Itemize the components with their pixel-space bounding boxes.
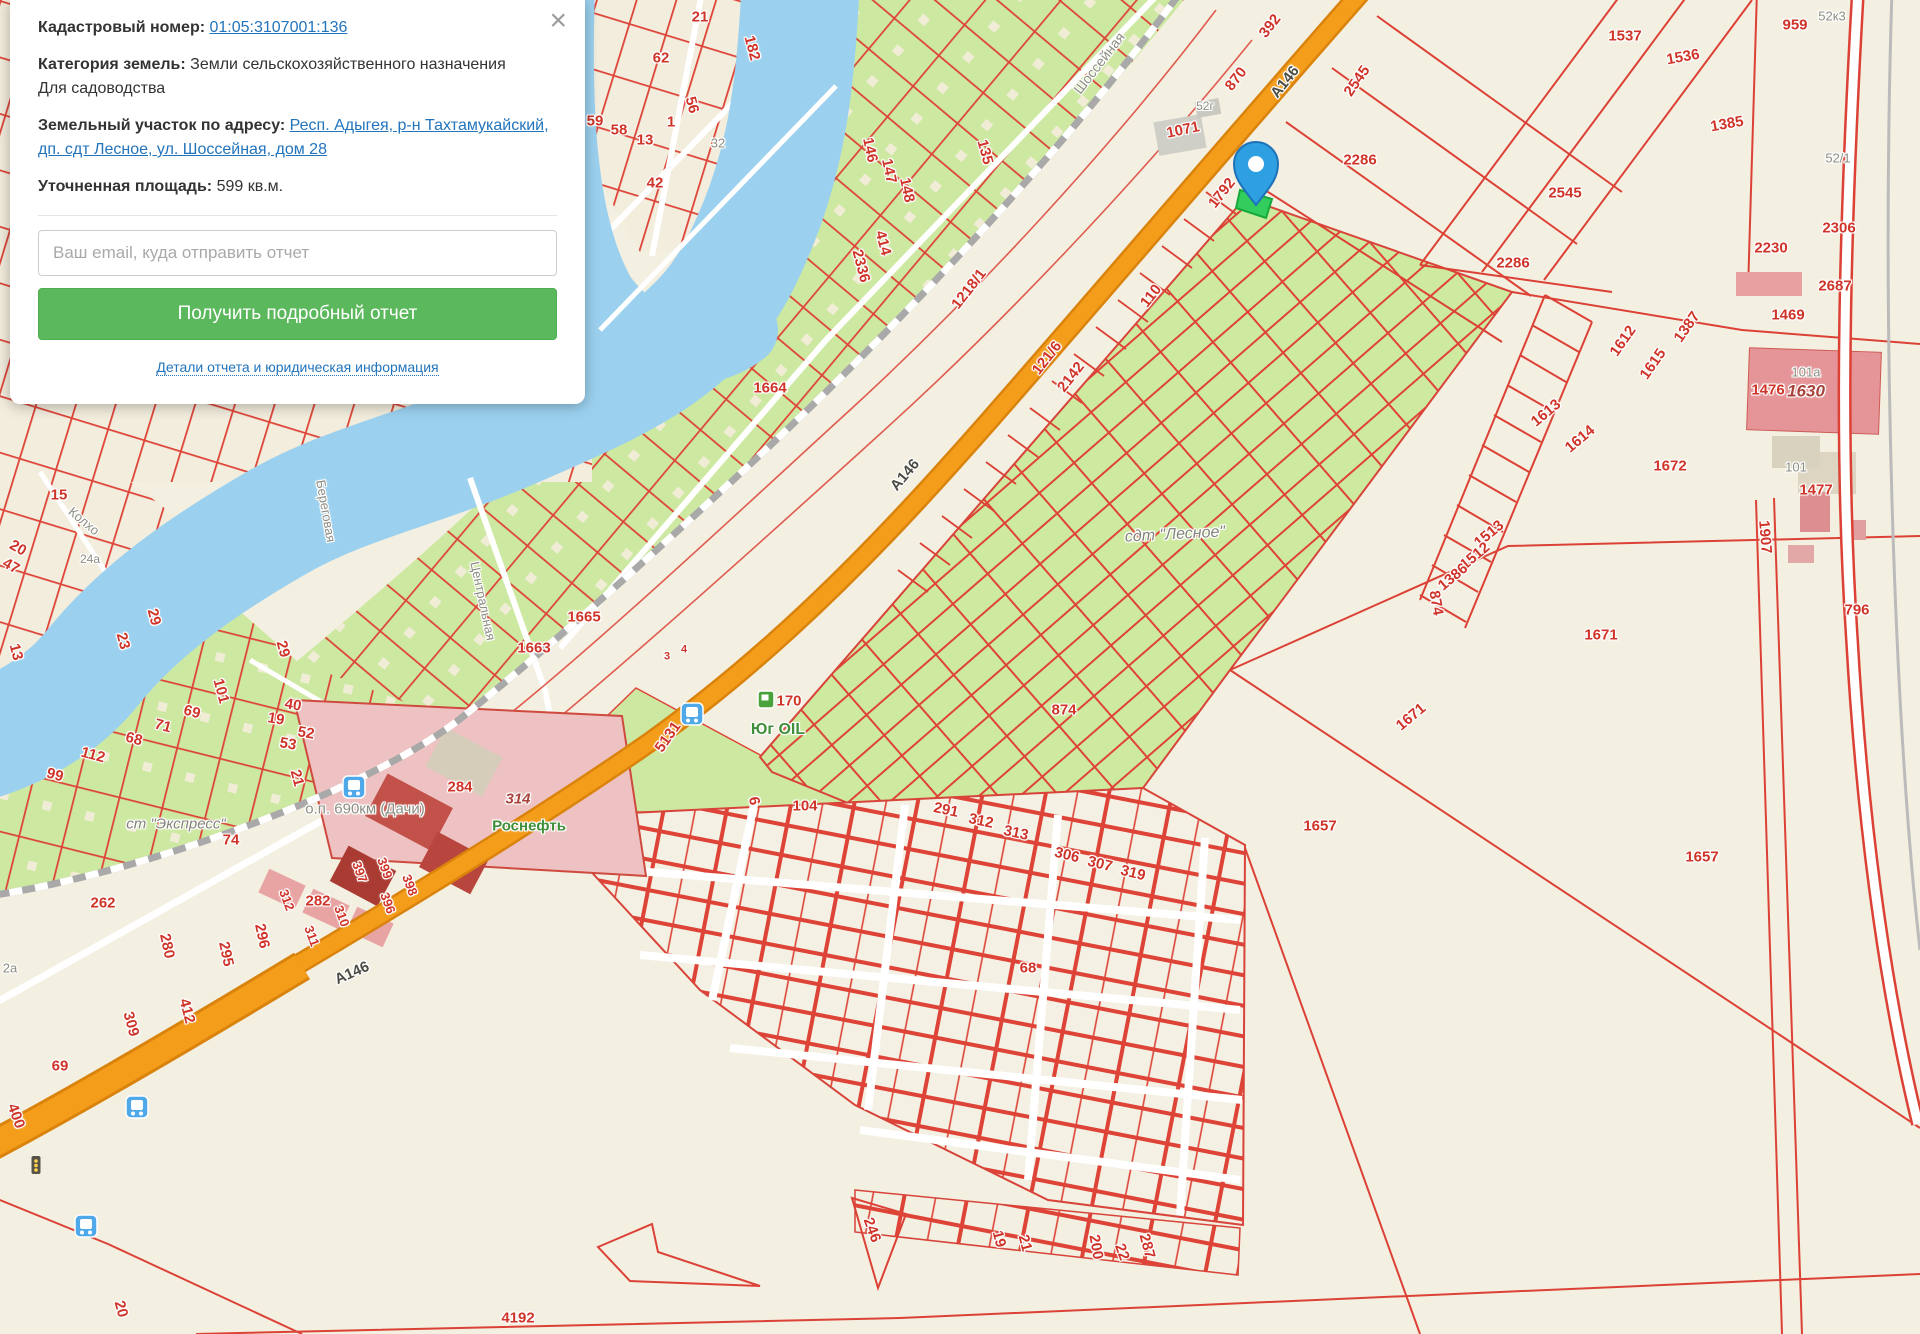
land-use-value: Для садоводства: [38, 80, 165, 97]
address-label: Земельный участок по адресу:: [38, 117, 285, 134]
land-category-label: Категория земель:: [38, 56, 186, 73]
address-row: Земельный участок по адресу: Респ. Адыге…: [38, 114, 557, 162]
get-report-button[interactable]: Получить подробный отчет: [38, 288, 557, 340]
map-viewport[interactable]: 392870107152г179225452286254522861537153…: [0, 0, 1920, 1334]
cadastral-number-row: Кадастровый номер: 01:05:3107001:136: [38, 16, 557, 40]
land-category-row: Категория земель: Земли сельскохозяйстве…: [38, 53, 557, 101]
fuel-station-icon: [758, 691, 774, 708]
parcel-info-popup: × Кадастровый номер: 01:05:3107001:136 К…: [10, 0, 585, 404]
close-icon[interactable]: ×: [545, 2, 571, 40]
area-value: 599 кв.м.: [217, 178, 284, 195]
popup-divider: [38, 215, 557, 216]
land-category-value: Земли сельскохозяйственного назначения: [190, 56, 506, 73]
cadastral-number-label: Кадастровый номер:: [38, 19, 205, 36]
area-label: Уточненная площадь:: [38, 178, 212, 195]
traffic-light-icon: [32, 1156, 41, 1174]
report-details-link[interactable]: Детали отчета и юридическая информация: [156, 359, 438, 376]
email-input[interactable]: [38, 230, 557, 276]
cadastral-number-link[interactable]: 01:05:3107001:136: [210, 19, 348, 36]
area-row: Уточненная площадь: 599 кв.м.: [38, 175, 557, 199]
